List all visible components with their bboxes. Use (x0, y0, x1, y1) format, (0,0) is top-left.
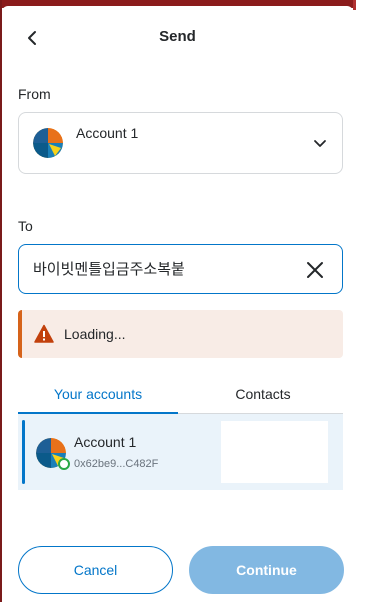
from-account-selector[interactable]: Account 1 (18, 112, 343, 174)
warning-icon (34, 324, 54, 344)
selected-indicator (22, 420, 25, 484)
close-icon[interactable] (304, 259, 326, 281)
recipient-tabs: Your accounts Contacts (18, 378, 343, 414)
send-panel: Send From Account 1 To 바이빗멘틀입금주소복붙 Loadi… (2, 6, 353, 602)
tab-contacts[interactable]: Contacts (183, 386, 343, 402)
from-label: From (18, 86, 51, 102)
send-screen: Send From Account 1 To 바이빗멘틀입금주소복붙 Loadi… (0, 0, 368, 602)
to-label: To (18, 218, 33, 234)
from-account-name: Account 1 (76, 125, 139, 141)
connected-status-icon (58, 458, 70, 470)
account-address: 0x62be9...C482F (74, 458, 159, 470)
header: Send (2, 24, 353, 54)
account-name: Account 1 (74, 434, 137, 450)
cancel-button[interactable]: Cancel (18, 546, 173, 594)
recipient-field (18, 244, 343, 294)
redacted-area (221, 421, 328, 483)
continue-button[interactable]: Continue (189, 546, 344, 594)
account-avatar-icon (33, 128, 63, 158)
background-corner (353, 0, 356, 10)
loading-text: Loading... (64, 326, 126, 342)
tab-your-accounts[interactable]: Your accounts (18, 386, 178, 402)
page-title: Send (159, 28, 196, 45)
background-right (353, 0, 368, 602)
recipient-input[interactable] (33, 259, 283, 277)
account-list-item[interactable]: Account 1 0x62be9...C482F (18, 414, 343, 490)
loading-banner: Loading... (18, 310, 343, 358)
chevron-down-icon (312, 135, 328, 151)
